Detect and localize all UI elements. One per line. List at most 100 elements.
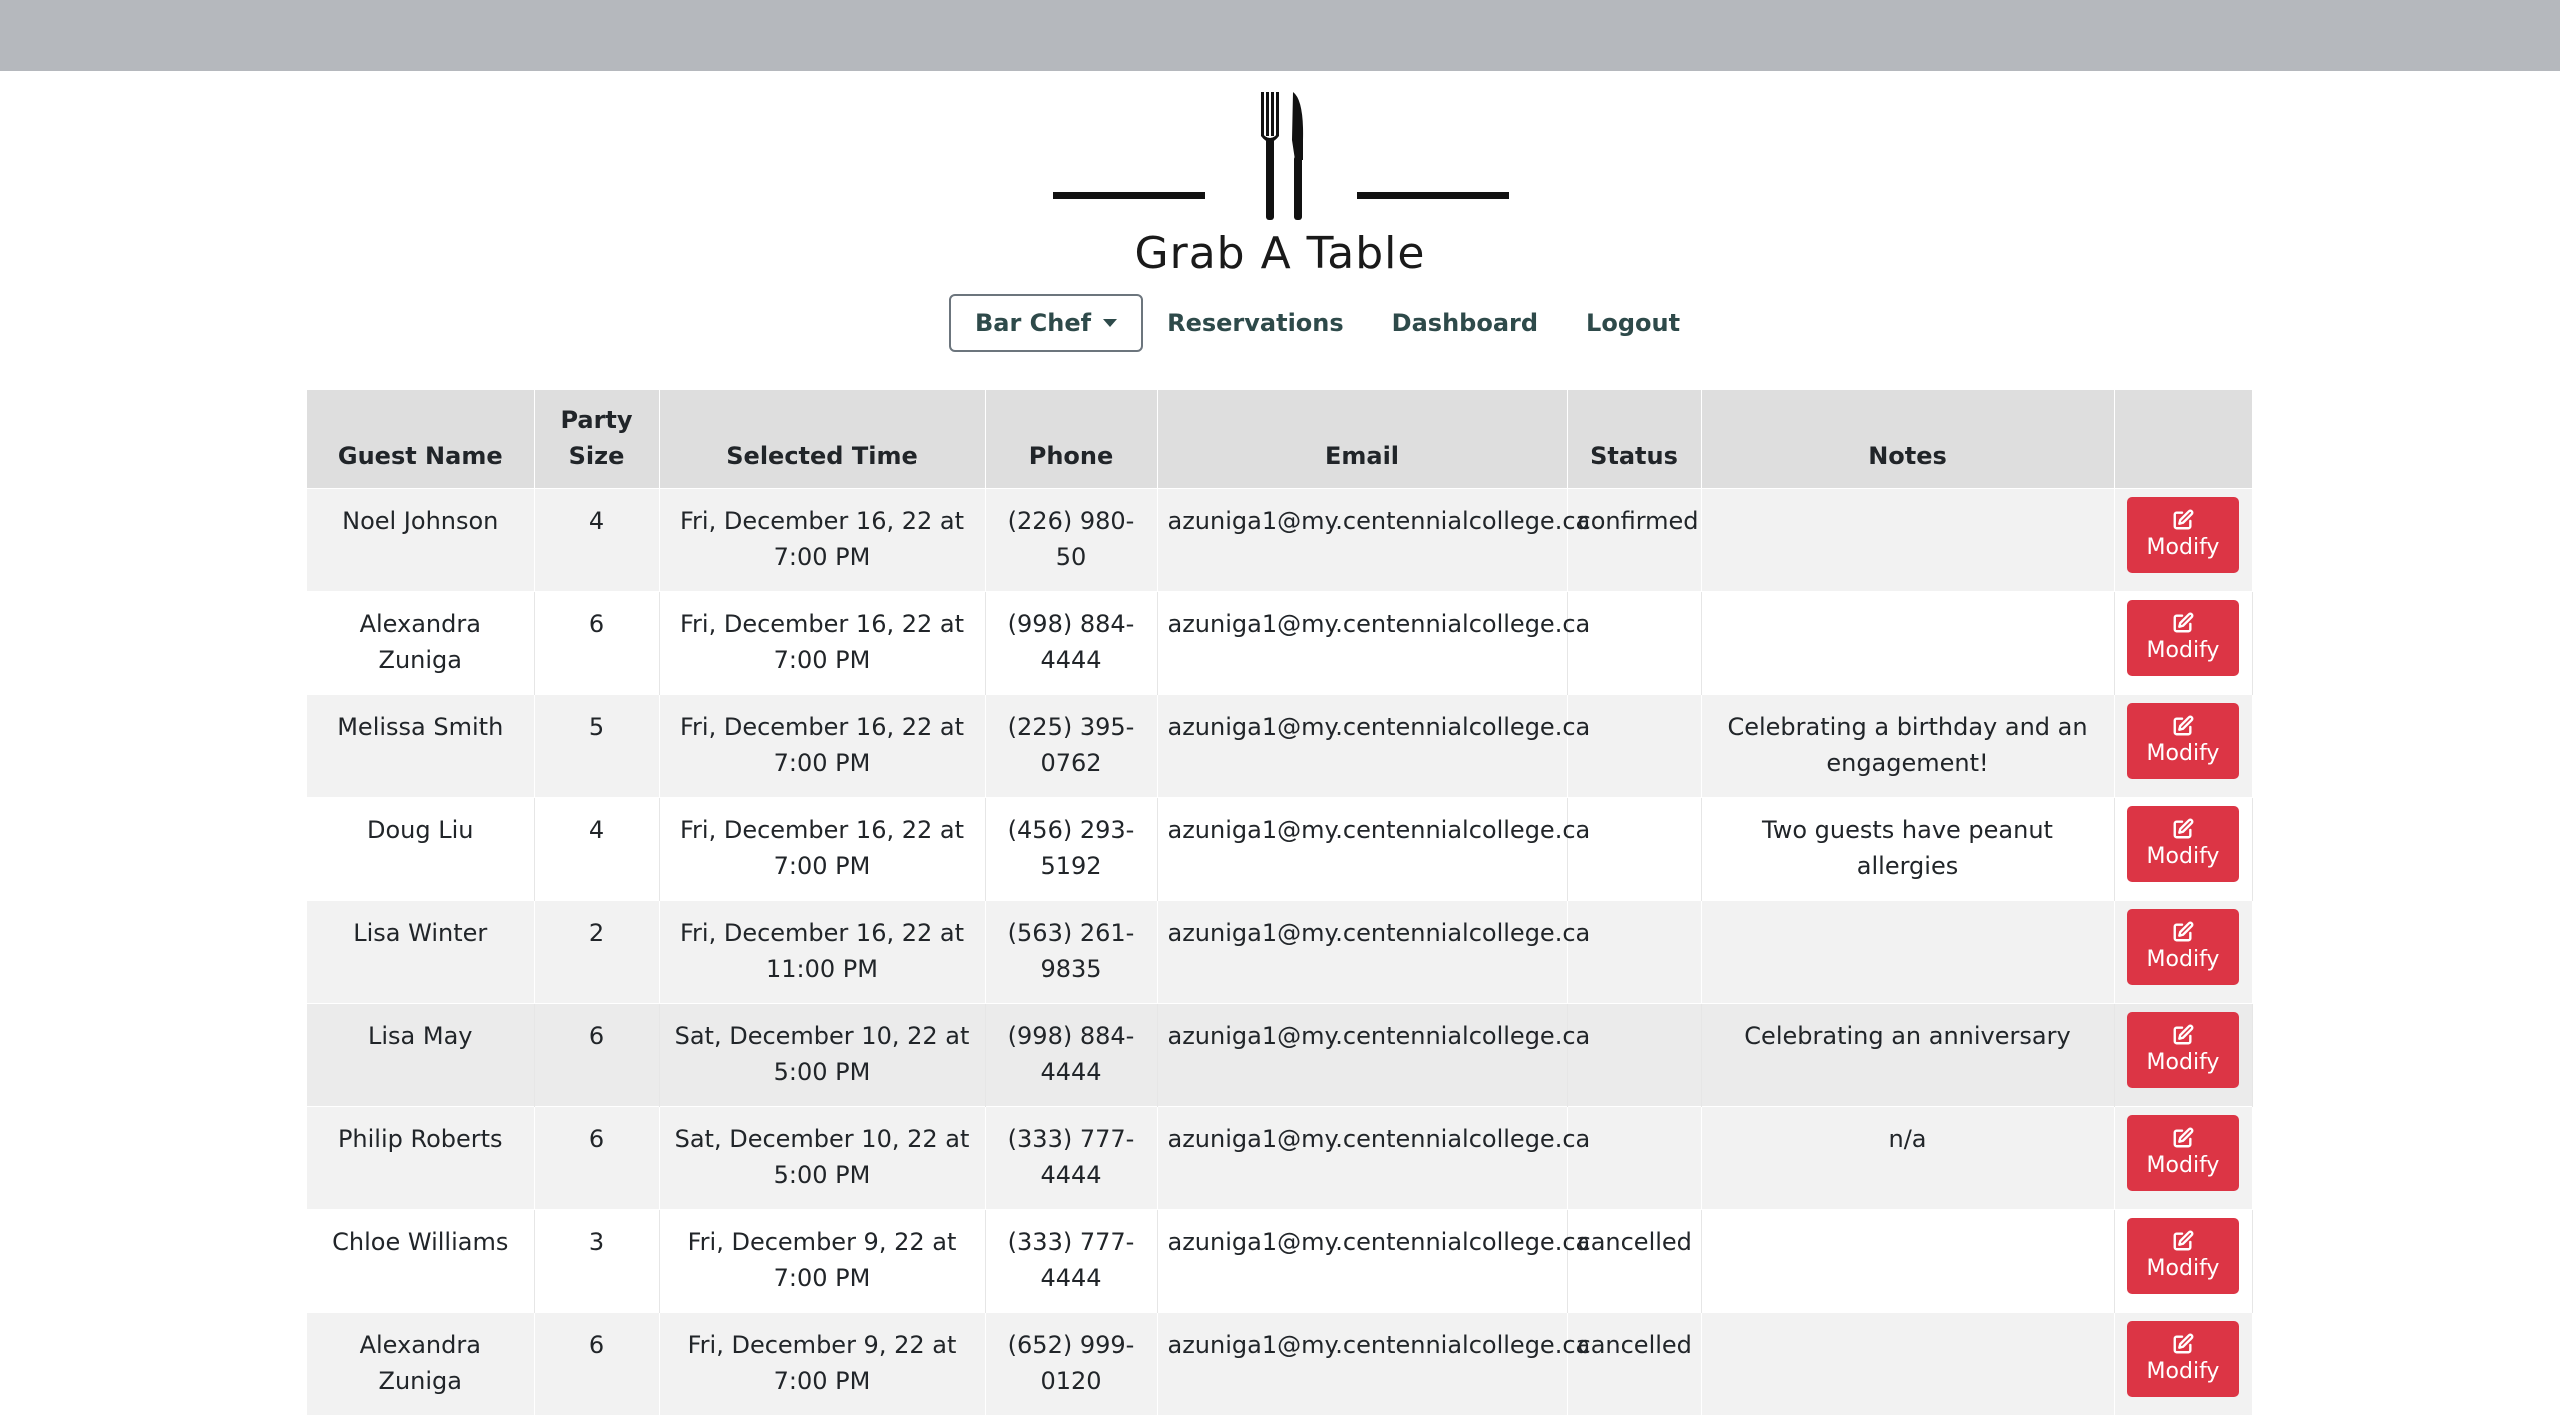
header-notes: Notes bbox=[1701, 390, 2114, 489]
cell-selected-time: Sat, December 10, 22 at 5:00 PM bbox=[659, 1004, 985, 1107]
reservations-table-body: Noel Johnson4Fri, December 16, 22 at 7:0… bbox=[307, 489, 2252, 1415]
cell-status: confirmed bbox=[1567, 489, 1701, 592]
cell-phone: (652) 999-0120 bbox=[985, 1313, 1157, 1415]
modify-button[interactable]: Modify bbox=[2127, 1321, 2239, 1397]
cell-selected-time: Fri, December 16, 22 at 7:00 PM bbox=[659, 695, 985, 798]
brand-name: Grab A Table bbox=[1040, 226, 1520, 282]
cell-party-size: 2 bbox=[534, 901, 659, 1004]
edit-icon bbox=[2172, 1127, 2194, 1153]
cell-guest-name: Alexandra Zuniga bbox=[307, 592, 534, 695]
header-status: Status bbox=[1567, 390, 1701, 489]
cell-action: Modify bbox=[2114, 592, 2252, 695]
edit-icon bbox=[2172, 715, 2194, 741]
header-email: Email bbox=[1157, 390, 1567, 489]
cell-notes bbox=[1701, 901, 2114, 1004]
role-dropdown[interactable]: Bar Chef bbox=[949, 294, 1143, 352]
cell-status: cancelled bbox=[1567, 1210, 1701, 1313]
modify-button[interactable]: Modify bbox=[2127, 1012, 2239, 1088]
cell-phone: (226) 980-50 bbox=[985, 489, 1157, 592]
browser-top-bar bbox=[0, 0, 2560, 71]
table-row: Melissa Smith5Fri, December 16, 22 at 7:… bbox=[307, 695, 2252, 798]
cell-status: cancelled bbox=[1567, 1313, 1701, 1415]
modify-button-label: Modify bbox=[2147, 1050, 2220, 1076]
cell-action: Modify bbox=[2114, 798, 2252, 901]
cell-notes bbox=[1701, 592, 2114, 695]
modify-button-label: Modify bbox=[2147, 947, 2220, 973]
cell-party-size: 6 bbox=[534, 1313, 659, 1415]
edit-icon bbox=[2172, 509, 2194, 535]
edit-icon bbox=[2172, 921, 2194, 947]
reservations-table-container: Guest Name Party Size Selected Time Phon… bbox=[307, 390, 2252, 1415]
cell-email: azuniga1@my.centennialcollege.ca bbox=[1157, 901, 1567, 1004]
modify-button[interactable]: Modify bbox=[2127, 806, 2239, 882]
modify-button-label: Modify bbox=[2147, 844, 2220, 870]
cell-action: Modify bbox=[2114, 489, 2252, 592]
cell-notes: Celebrating an anniversary bbox=[1701, 1004, 2114, 1107]
cell-selected-time: Fri, December 16, 22 at 7:00 PM bbox=[659, 489, 985, 592]
cell-status bbox=[1567, 1004, 1701, 1107]
cell-notes: Celebrating a birthday and an engagement… bbox=[1701, 695, 2114, 798]
cell-guest-name: Noel Johnson bbox=[307, 489, 534, 592]
cell-notes: n/a bbox=[1701, 1107, 2114, 1210]
cell-phone: (225) 395-0762 bbox=[985, 695, 1157, 798]
edit-icon bbox=[2172, 818, 2194, 844]
modify-button[interactable]: Modify bbox=[2127, 497, 2239, 573]
cell-guest-name: Doug Liu bbox=[307, 798, 534, 901]
reservations-table: Guest Name Party Size Selected Time Phon… bbox=[307, 390, 2253, 1415]
nav-reservations-link[interactable]: Reservations bbox=[1167, 309, 1344, 337]
cell-action: Modify bbox=[2114, 1313, 2252, 1415]
modify-button[interactable]: Modify bbox=[2127, 1218, 2239, 1294]
nav-dashboard-link[interactable]: Dashboard bbox=[1392, 309, 1538, 337]
table-row: Alexandra Zuniga6Fri, December 9, 22 at … bbox=[307, 1313, 2252, 1415]
edit-icon bbox=[2172, 1333, 2194, 1359]
cell-guest-name: Philip Roberts bbox=[307, 1107, 534, 1210]
cell-phone: (998) 884-4444 bbox=[985, 592, 1157, 695]
cell-email: azuniga1@my.centennialcollege.ca bbox=[1157, 592, 1567, 695]
table-row: Lisa May6Sat, December 10, 22 at 5:00 PM… bbox=[307, 1004, 2252, 1107]
modify-button[interactable]: Modify bbox=[2127, 1115, 2239, 1191]
cell-action: Modify bbox=[2114, 1107, 2252, 1210]
cell-guest-name: Lisa Winter bbox=[307, 901, 534, 1004]
cell-email: azuniga1@my.centennialcollege.ca bbox=[1157, 1210, 1567, 1313]
cell-action: Modify bbox=[2114, 1210, 2252, 1313]
cell-notes bbox=[1701, 489, 2114, 592]
cell-email: azuniga1@my.centennialcollege.ca bbox=[1157, 695, 1567, 798]
caret-down-icon bbox=[1103, 319, 1117, 327]
cell-notes bbox=[1701, 1210, 2114, 1313]
table-row: Doug Liu4Fri, December 16, 22 at 7:00 PM… bbox=[307, 798, 2252, 901]
header-guest-name: Guest Name bbox=[307, 390, 534, 489]
cell-status bbox=[1567, 798, 1701, 901]
cell-party-size: 6 bbox=[534, 1107, 659, 1210]
cell-phone: (333) 777-4444 bbox=[985, 1107, 1157, 1210]
modify-button[interactable]: Modify bbox=[2127, 909, 2239, 985]
nav-logout-link[interactable]: Logout bbox=[1586, 309, 1680, 337]
cell-guest-name: Alexandra Zuniga bbox=[307, 1313, 534, 1415]
table-row: Alexandra Zuniga6Fri, December 16, 22 at… bbox=[307, 592, 2252, 695]
edit-icon bbox=[2172, 1230, 2194, 1256]
modify-button-label: Modify bbox=[2147, 638, 2220, 664]
cell-phone: (333) 777-4444 bbox=[985, 1210, 1157, 1313]
table-row: Noel Johnson4Fri, December 16, 22 at 7:0… bbox=[307, 489, 2252, 592]
modify-button[interactable]: Modify bbox=[2127, 703, 2239, 779]
modify-button-label: Modify bbox=[2147, 1359, 2220, 1385]
cell-party-size: 3 bbox=[534, 1210, 659, 1313]
main-nav: Bar Chef Reservations Dashboard Logout bbox=[949, 293, 1680, 353]
modify-button-label: Modify bbox=[2147, 741, 2220, 767]
table-row: Lisa Winter2Fri, December 16, 22 at 11:0… bbox=[307, 901, 2252, 1004]
cell-status bbox=[1567, 901, 1701, 1004]
cell-guest-name: Melissa Smith bbox=[307, 695, 534, 798]
cell-email: azuniga1@my.centennialcollege.ca bbox=[1157, 1313, 1567, 1415]
cell-status bbox=[1567, 1107, 1701, 1210]
cell-phone: (563) 261-9835 bbox=[985, 901, 1157, 1004]
cell-action: Modify bbox=[2114, 1004, 2252, 1107]
cell-selected-time: Fri, December 16, 22 at 7:00 PM bbox=[659, 592, 985, 695]
cell-party-size: 6 bbox=[534, 592, 659, 695]
cell-action: Modify bbox=[2114, 901, 2252, 1004]
modify-button-label: Modify bbox=[2147, 1153, 2220, 1179]
cell-party-size: 6 bbox=[534, 1004, 659, 1107]
modify-button[interactable]: Modify bbox=[2127, 600, 2239, 676]
edit-icon bbox=[2172, 1024, 2194, 1050]
cell-party-size: 4 bbox=[534, 489, 659, 592]
cell-selected-time: Fri, December 16, 22 at 11:00 PM bbox=[659, 901, 985, 1004]
modify-button-label: Modify bbox=[2147, 1256, 2220, 1282]
